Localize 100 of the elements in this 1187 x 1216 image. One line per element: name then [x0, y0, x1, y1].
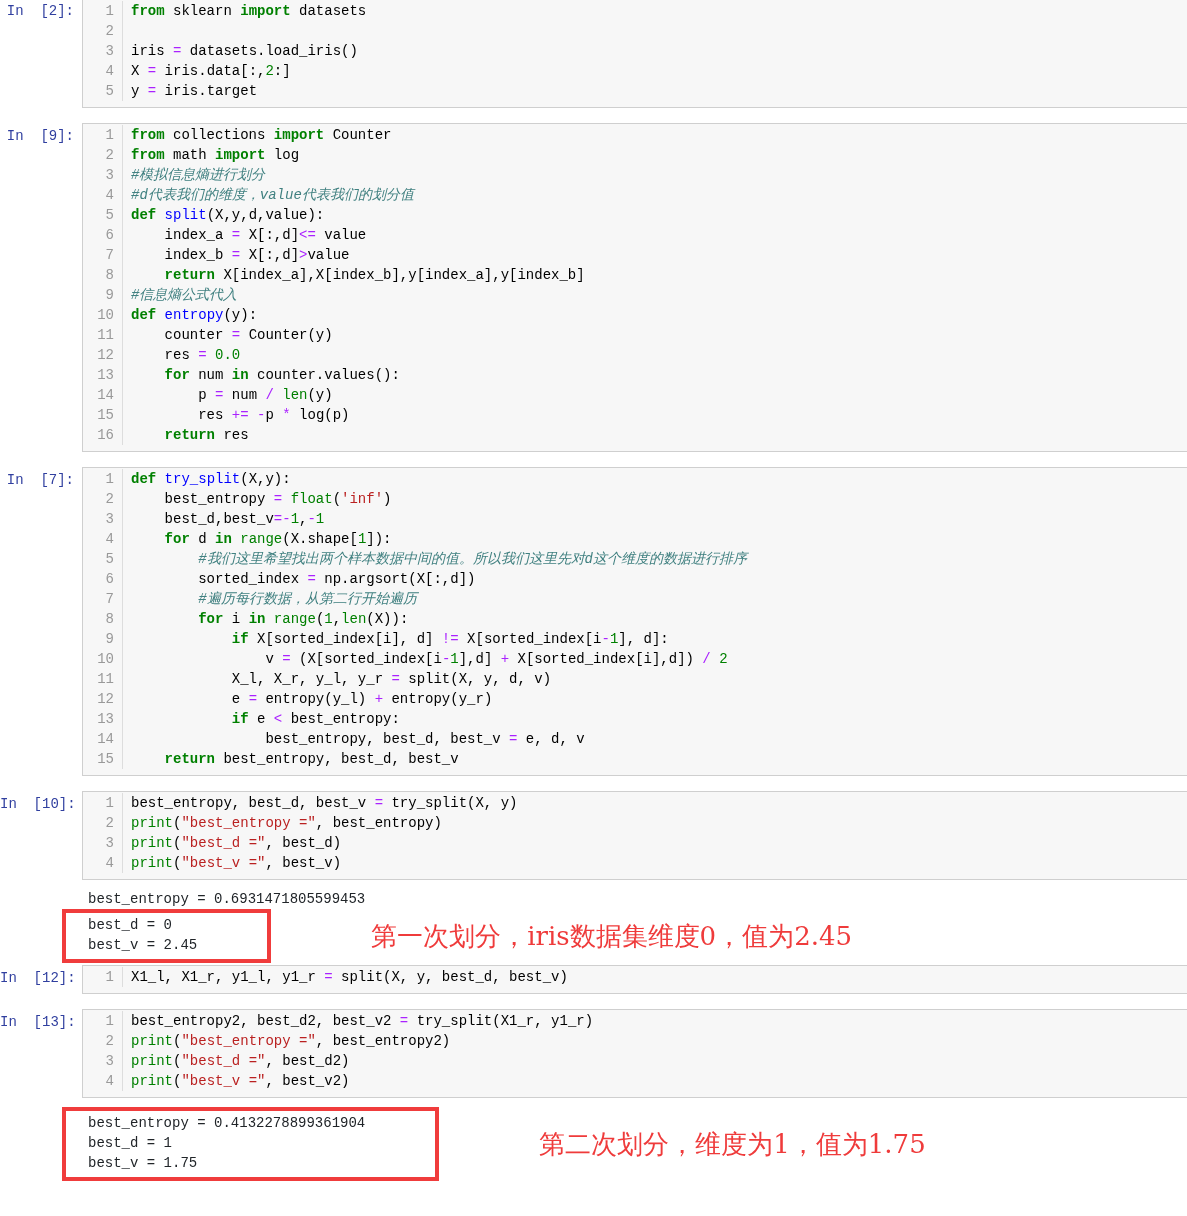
code-line: print("best_d =", best_d) [131, 834, 343, 853]
line-number: 12 [96, 346, 114, 365]
line-number: 10 [96, 650, 114, 669]
code-line: for d in range(X.shape[1]): [163, 530, 393, 549]
code-line: print("best_v =", best_v) [131, 854, 343, 873]
line-number: 3 [104, 166, 114, 185]
code-line: def try_split(X,y): [131, 470, 292, 489]
code-cell[interactable]: 1 2 3 4 best_entropy2, best_d2, best_v2 = try_split(X1_r, y1_r) print("best_entropy =", best_entropy2) print("best_d =", best_d2) print("best_v =", best_v2) [82, 1009, 1187, 1098]
code-line: #遍历每行数据，从第二行开始遍历 [197, 590, 420, 609]
code-line: for num in counter.values(): [163, 366, 401, 385]
code-line: print("best_entropy =", best_entropy) [131, 814, 443, 833]
line-number: 10 [96, 306, 114, 325]
line-number: 9 [104, 630, 114, 649]
line-number: 8 [104, 610, 114, 629]
line-number: 14 [96, 386, 114, 405]
output-line: best_entropy = 0.4132278899361904 [88, 1114, 366, 1133]
line-number: 16 [96, 426, 114, 445]
code-line: if X[sorted_index[i], d] != X[sorted_index[i-1], d]: [230, 630, 670, 649]
line-number: 3 [104, 834, 114, 853]
line-number: 13 [96, 710, 114, 729]
line-number: 15 [96, 750, 114, 769]
line-number: 3 [104, 510, 114, 529]
line-number: 1 [104, 2, 114, 21]
line-number: 2 [104, 814, 114, 833]
code-line: v = (X[sorted_index[i-1],d] + X[sorted_index[i],d]) / 2 [264, 650, 729, 669]
output-line: best_d = 1 [88, 1134, 173, 1153]
code-line: print("best_entropy =", best_entropy2) [131, 1032, 452, 1051]
code-line: #信息熵公式代入 [131, 286, 239, 305]
line-number: 6 [104, 570, 114, 589]
line-number: 1 [104, 968, 114, 987]
cell-prompt: In [2]: [5, 2, 75, 21]
code-line: X1_l, X1_r, y1_l, y1_r = split(X, y, best_d, best_v) [131, 968, 568, 987]
code-line: res += -p * log(p) [197, 406, 351, 425]
cell-prompt: In [7]: [5, 471, 75, 490]
line-number: 4 [104, 186, 114, 205]
line-number: 4 [104, 62, 114, 81]
code-line: best_entropy, best_d, best_v = e, d, v [264, 730, 586, 749]
line-number: 15 [96, 406, 114, 425]
code-line: from sklearn import datasets [131, 2, 367, 21]
line-number: 5 [104, 82, 114, 101]
code-line: return res [163, 426, 250, 445]
line-number: 8 [104, 266, 114, 285]
cell-prompt: In [10]: [0, 795, 77, 814]
line-number: 13 [96, 366, 114, 385]
line-number: 11 [96, 670, 114, 689]
line-number: 14 [96, 730, 114, 749]
code-line: sorted_index = np.argsort(X[:,d]) [197, 570, 477, 589]
code-cell[interactable]: 1 2 3 4 best_entropy, best_d, best_v = try_split(X, y) print("best_entropy =", best_entropy) print("best_d =", best_d) print("best_v =", best_v) [82, 791, 1187, 880]
code-line: #d代表我们的维度，value代表我们的划分值 [131, 186, 417, 205]
code-cell[interactable] [82, 467, 1187, 776]
code-line: counter = Counter(y) [163, 326, 334, 345]
line-number: 4 [104, 1072, 114, 1091]
output-line: best_entropy = 0.6931471805599453 [87, 890, 367, 909]
code-line: index_a = X[:,d]<= value [163, 226, 368, 245]
code-line: best_entropy2, best_d2, best_v2 = try_split(X1_r, y1_r) [131, 1012, 594, 1031]
line-number: 12 [96, 690, 114, 709]
output-line: best_v = 1.75 [88, 1154, 199, 1173]
annotation-text: 第一次划分，iris数据集维度0，值为2.45 [371, 919, 853, 953]
code-line: X_l, X_r, y_l, y_r = split(X, y, d, v) [230, 670, 553, 689]
code-line: def entropy(y): [131, 306, 259, 325]
code-line: print("best_d =", best_d2) [131, 1052, 351, 1071]
cell-prompt: In [9]: [5, 127, 75, 146]
line-number: 5 [104, 206, 114, 225]
line-number: 2 [104, 1032, 114, 1051]
line-number: 3 [104, 42, 114, 61]
code-line: from collections import Counter [131, 126, 393, 145]
code-cell[interactable] [82, 123, 1187, 452]
code-line: index_b = X[:,d]>value [163, 246, 351, 265]
line-number: 1 [104, 1012, 114, 1031]
line-number: 2 [104, 490, 114, 509]
code-line: print("best_v =", best_v2) [131, 1072, 351, 1091]
code-line: #模拟信息熵进行划分 [131, 166, 267, 185]
code-line: for i in range(1,len(X)): [197, 610, 410, 629]
line-number: 7 [104, 246, 114, 265]
line-number: 11 [96, 326, 114, 345]
code-line: best_entropy = float('inf') [163, 490, 393, 509]
code-line: iris = datasets.load_iris() [131, 42, 359, 61]
line-number: 1 [104, 794, 114, 813]
line-number: 4 [104, 854, 114, 873]
line-number: 3 [104, 1052, 114, 1071]
code-line: X = iris.data[:,2:] [131, 62, 292, 81]
code-line: from math import log [131, 146, 301, 165]
code-line: #我们这里希望找出两个样本数据中间的值。所以我们这里先对d这个维度的数据进行排序 [197, 550, 747, 569]
line-number: 2 [104, 22, 114, 41]
line-number: 4 [104, 530, 114, 549]
code-line: best_entropy, best_d, best_v = try_split(X, y) [131, 794, 518, 813]
line-number: 1 [104, 126, 114, 145]
code-line: best_d,best_v=-1,-1 [163, 510, 326, 529]
code-cell[interactable]: 1 2 3 4 5 from sklearn import datasets iris = datasets.load_iris() X = iris.data[:,2:] y = iris.target [82, 0, 1187, 108]
cell-prompt: In [13]: [0, 1013, 77, 1032]
line-number: 9 [104, 286, 114, 305]
line-number: 5 [104, 550, 114, 569]
code-line: def split(X,y,d,value): [131, 206, 326, 225]
output-line: best_d = 0 [88, 916, 173, 935]
code-line: y = iris.target [131, 82, 259, 101]
line-number: 2 [104, 146, 114, 165]
code-line: e = entropy(y_l) + entropy(y_r) [230, 690, 494, 709]
code-cell[interactable]: 1 X1_l, X1_r, y1_l, y1_r = split(X, y, best_d, best_v) [82, 965, 1187, 994]
code-line: res = 0.0 [163, 346, 242, 365]
line-number: 1 [104, 470, 114, 489]
